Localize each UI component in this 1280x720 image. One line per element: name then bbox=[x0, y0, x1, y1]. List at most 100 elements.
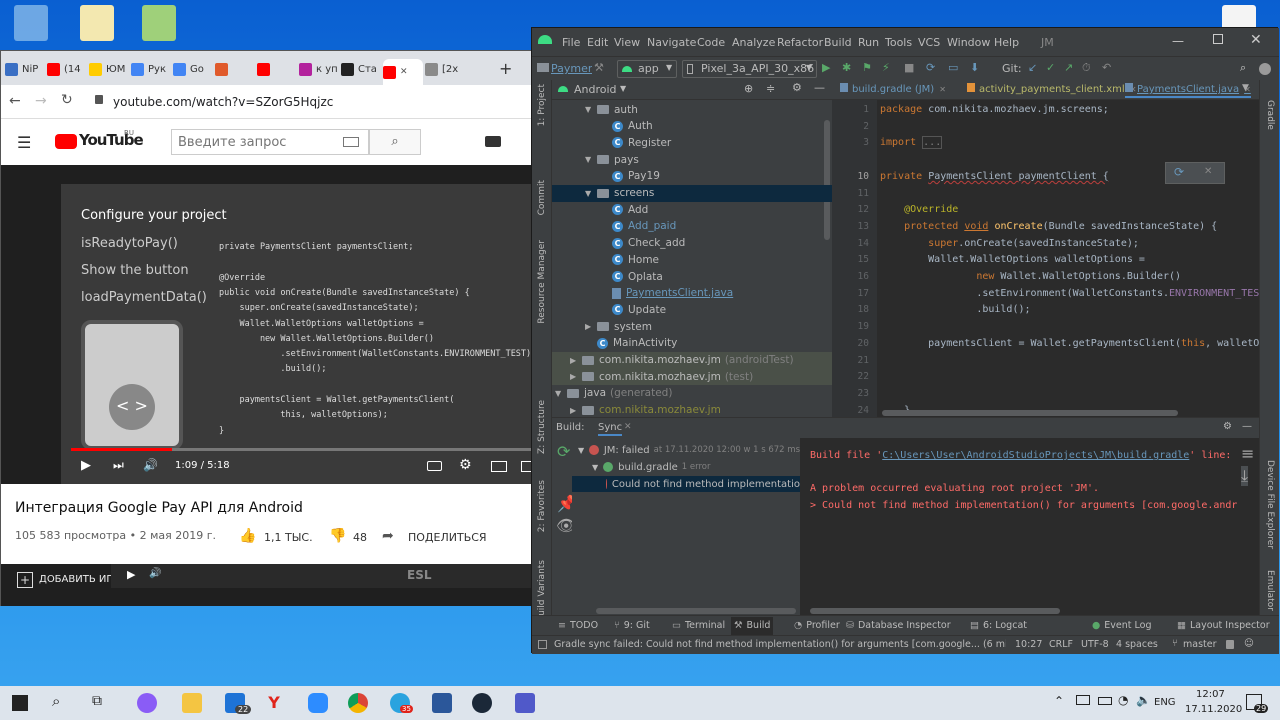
right-strip-tab[interactable]: Gradle bbox=[1265, 100, 1275, 130]
menu-navigate[interactable]: Navigate bbox=[647, 36, 696, 49]
tree-item[interactable]: ▶ com.nikita.mozhaev.jm (androidTest) bbox=[552, 351, 832, 369]
menu-run[interactable]: Run bbox=[858, 36, 879, 49]
recycle-bin-icon[interactable] bbox=[14, 5, 48, 41]
desktop-app-icon[interactable] bbox=[142, 5, 176, 41]
editor-tab[interactable]: activity_payments_client.xml ✕ bbox=[967, 83, 1136, 95]
create-video-icon[interactable] bbox=[485, 136, 501, 147]
maximize-icon[interactable] bbox=[1213, 34, 1223, 44]
wifi-icon[interactable]: ◔ bbox=[1118, 693, 1128, 707]
git-update-icon[interactable]: ↙ bbox=[1028, 61, 1037, 74]
like-count[interactable]: 1,1 ТЫС. bbox=[264, 531, 313, 544]
show-hidden-icons-chevron[interactable]: ⌃ bbox=[1054, 694, 1064, 708]
git-branch[interactable]: master bbox=[1183, 639, 1217, 650]
close-icon[interactable]: ✕ bbox=[1204, 166, 1212, 177]
network-icon[interactable] bbox=[1076, 695, 1090, 705]
tree-item[interactable]: PaymentsClient.java bbox=[552, 285, 832, 302]
git-commit-icon[interactable]: ✓ bbox=[1046, 61, 1055, 74]
share-icon[interactable]: ➦ bbox=[382, 528, 394, 544]
address-bar[interactable]: youtube.com/watch?v=SZorG5Hqjzc bbox=[113, 95, 333, 109]
mini-volume-icon[interactable]: 🔊 bbox=[149, 568, 161, 579]
tool-tab[interactable]: ▤ 6: Logcat bbox=[970, 620, 1027, 631]
chrome-tab[interactable]: NiP bbox=[5, 59, 45, 79]
desktop-file-icon[interactable] bbox=[80, 5, 114, 41]
menu-file[interactable]: File bbox=[562, 36, 580, 49]
mini-play-icon[interactable]: ▶ bbox=[127, 568, 135, 581]
chevron-right-icon[interactable]: ▶ bbox=[585, 322, 591, 331]
build-tree-item[interactable]: ▼ JM: failed at 17.11.2020 12:00 w 1 s 672… bbox=[572, 442, 800, 458]
device-selector[interactable]: Pixel_3a_API_30_x86 ▼ bbox=[682, 60, 817, 78]
volume-icon[interactable]: 🔊 bbox=[143, 458, 158, 472]
miniplayer-icon[interactable] bbox=[491, 461, 507, 472]
youtube-logo-icon[interactable] bbox=[55, 134, 77, 149]
clock-time[interactable]: 12:07 bbox=[1196, 689, 1225, 700]
hamburger-menu-icon[interactable]: ☰ bbox=[17, 133, 31, 152]
status-toggle-icon[interactable] bbox=[538, 640, 547, 649]
sync-tab[interactable]: Sync bbox=[598, 422, 623, 436]
soft-wrap-icon[interactable]: ≡ bbox=[1241, 444, 1254, 463]
sdk-manager-icon[interactable]: ⬇ bbox=[970, 61, 979, 74]
mini-video-preview[interactable]: ▶ 🔊 ESL bbox=[111, 564, 531, 588]
tree-item[interactable]: C MainActivity bbox=[552, 335, 832, 352]
rerun-icon[interactable]: ⟳ bbox=[557, 442, 570, 461]
tree-item[interactable]: C Pay19 bbox=[552, 168, 832, 185]
tree-item[interactable]: ▼ java (generated) bbox=[552, 385, 832, 402]
chrome-tab[interactable]: к уп bbox=[299, 59, 339, 79]
build-tree-item[interactable]: ▼ build.gradle 1 error bbox=[572, 459, 800, 475]
chevron-down-icon[interactable]: ▼ bbox=[620, 84, 626, 93]
battery-icon[interactable] bbox=[1098, 697, 1112, 705]
dislike-count[interactable]: 48 bbox=[353, 531, 367, 544]
tree-item[interactable]: C Auth bbox=[552, 118, 832, 135]
chrome-tab[interactable]: Ста bbox=[341, 59, 381, 79]
project-view-selector[interactable]: Android bbox=[574, 83, 617, 96]
editor-tab[interactable]: build.gradle (JM) ✕ bbox=[840, 83, 946, 95]
chrome-tab[interactable] bbox=[257, 59, 297, 79]
run-icon[interactable]: ▶ bbox=[822, 61, 830, 74]
zoom-icon[interactable] bbox=[308, 693, 328, 713]
scroll-to-end-icon[interactable]: ⤓ bbox=[1241, 466, 1249, 486]
chrome-icon[interactable] bbox=[348, 693, 368, 713]
tool-tab[interactable]: ⚒ Build bbox=[731, 617, 774, 635]
tool-tab[interactable]: ≡ TODO bbox=[558, 620, 598, 631]
tool-tab[interactable]: ▦ Layout Inspector bbox=[1177, 620, 1270, 631]
tool-tab[interactable]: ● Event Log bbox=[1092, 620, 1152, 631]
reload-icon[interactable]: ↻ bbox=[61, 92, 73, 108]
tree-item[interactable]: ▼ auth bbox=[552, 101, 832, 118]
inspector-icon[interactable]: ☺ bbox=[1244, 638, 1254, 649]
tool-tab[interactable]: ▭ Terminal bbox=[672, 620, 725, 631]
build-output[interactable]: Build file 'C:\Users\User\AndroidStudioP… bbox=[802, 438, 1237, 616]
menu-tools[interactable]: Tools bbox=[885, 36, 912, 49]
tab-close-icon[interactable]: ✕ bbox=[400, 67, 408, 77]
rollback-icon[interactable]: ↶ bbox=[1102, 61, 1111, 74]
hide-panel-icon[interactable]: — bbox=[814, 81, 825, 94]
hide-panel-icon[interactable]: — bbox=[1242, 421, 1252, 432]
chrome-tab[interactable]: Рук bbox=[131, 59, 171, 79]
back-icon[interactable]: ← bbox=[9, 93, 21, 109]
sync-gradle-icon[interactable]: ⟳ bbox=[1174, 165, 1184, 179]
chevron-down-icon[interactable]: ▼ bbox=[585, 189, 591, 198]
stop-icon[interactable]: ■ bbox=[904, 61, 914, 74]
chevron-right-icon[interactable]: ▶ bbox=[570, 356, 576, 365]
youtube-search-input[interactable] bbox=[171, 129, 369, 155]
editor-tabs-menu-icon[interactable]: ▼ bbox=[1242, 83, 1249, 93]
build-file-link[interactable]: C:\Users\User\AndroidStudioProjects\JM\b… bbox=[882, 450, 1189, 461]
git-push-icon[interactable]: ↗ bbox=[1064, 61, 1073, 74]
teams-icon[interactable] bbox=[515, 693, 535, 713]
module-selector[interactable]: app ▼ bbox=[617, 60, 677, 78]
yandex-icon[interactable]: Y bbox=[264, 693, 284, 713]
tree-item[interactable]: C Add_paid bbox=[552, 218, 832, 235]
left-strip-tab[interactable]: Build Variants bbox=[537, 560, 547, 622]
subtitles-icon[interactable] bbox=[427, 461, 442, 471]
tool-tab[interactable]: ⛁ Database Inspector bbox=[846, 620, 951, 631]
clock-date[interactable]: 17.11.2020 bbox=[1185, 704, 1242, 715]
status-message[interactable]: Gradle sync failed: Could not find metho… bbox=[554, 639, 1006, 650]
left-strip-tab[interactable]: 1: Project bbox=[537, 84, 547, 126]
forward-icon[interactable]: → bbox=[35, 93, 47, 109]
settings-gear-icon[interactable]: ⚙ bbox=[459, 457, 472, 473]
avatar[interactable] bbox=[1259, 63, 1271, 75]
hammer-icon[interactable]: ⚒ bbox=[594, 61, 604, 74]
play-icon[interactable]: ▶ bbox=[81, 458, 91, 473]
apply-changes-icon[interactable]: ⚡ bbox=[882, 61, 890, 74]
panel-settings-icon[interactable]: ⚙ bbox=[1223, 421, 1232, 432]
menu-analyze[interactable]: Analyze bbox=[732, 36, 775, 49]
editor-hscrollbar[interactable] bbox=[882, 410, 1178, 416]
